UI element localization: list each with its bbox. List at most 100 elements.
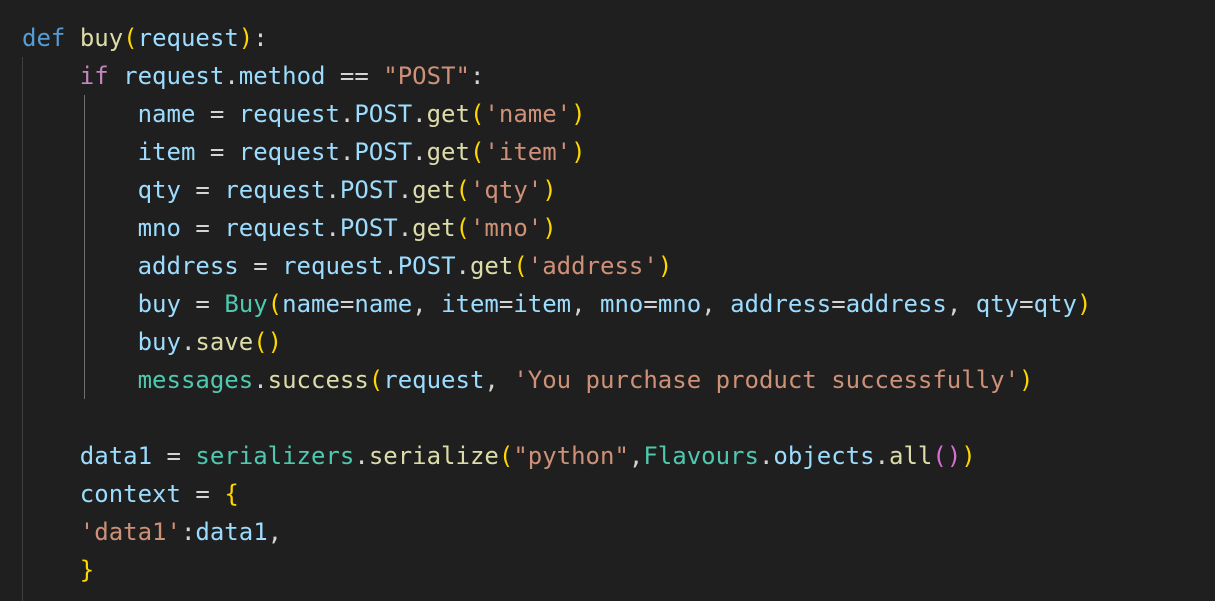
code-token: address <box>730 290 832 318</box>
code-token: , <box>571 290 601 318</box>
code-token: get <box>426 138 470 166</box>
code-token: . <box>874 442 890 470</box>
code-token: name <box>354 290 413 318</box>
code-token: . <box>339 138 355 166</box>
code-token: { <box>224 480 239 508</box>
code-token: request <box>224 176 326 204</box>
code-token: get <box>426 100 470 128</box>
code-line[interactable]: if request.method == "POST": <box>22 57 485 95</box>
code-token: . <box>325 176 340 204</box>
code-token: , <box>412 290 442 318</box>
code-token: ) <box>542 214 557 242</box>
code-line[interactable]: data1 = serializers.serialize("python",F… <box>22 437 976 475</box>
code-token: save <box>195 328 254 356</box>
code-token: , <box>701 290 731 318</box>
code-token: : <box>180 518 196 546</box>
code-token: = <box>180 176 225 204</box>
code-token: buy <box>79 24 124 52</box>
code-token: . <box>455 252 470 280</box>
code-line[interactable]: address = request.POST.get('address') <box>22 247 673 285</box>
code-token: . <box>354 442 369 470</box>
code-token: Buy <box>224 290 268 318</box>
code-line[interactable]: qty = request.POST.get('qty') <box>22 171 557 209</box>
code-token: if <box>79 62 109 90</box>
code-token: ) <box>657 252 673 280</box>
code-token: qty <box>975 290 1020 318</box>
code-token: = <box>643 290 658 318</box>
code-line[interactable]: buy.save() <box>22 323 283 361</box>
code-token: ( <box>469 100 485 128</box>
code-token: : <box>469 62 485 90</box>
code-token: . <box>758 442 774 470</box>
code-token: ( <box>513 252 528 280</box>
code-token: . <box>383 252 398 280</box>
code-token: request <box>123 62 225 90</box>
code-token: , <box>628 442 644 470</box>
code-token: . <box>397 214 413 242</box>
code-token: qty <box>137 176 181 204</box>
code-token: , <box>946 290 976 318</box>
code-token: serializers <box>195 442 355 470</box>
code-token: ) <box>961 442 976 470</box>
code-line[interactable]: item = request.POST.get('item') <box>22 133 586 171</box>
code-token: = <box>831 290 846 318</box>
code-token: request <box>238 100 340 128</box>
code-token: request <box>238 138 340 166</box>
code-token: messages <box>137 366 254 394</box>
code-token: ( <box>455 214 470 242</box>
code-token: POST <box>397 252 456 280</box>
code-token: data1 <box>195 518 268 546</box>
code-line[interactable]: name = request.POST.get('name') <box>22 95 586 133</box>
code-token: = <box>339 290 355 318</box>
code-token: 'data1' <box>79 518 181 546</box>
code-token: () <box>932 442 962 470</box>
code-line[interactable]: } <box>22 551 94 589</box>
code-token: } <box>79 556 95 584</box>
code-token: . <box>180 328 196 356</box>
code-token: request <box>383 366 485 394</box>
code-token: . <box>253 366 268 394</box>
code-token: buy <box>137 328 181 356</box>
code-token: = <box>180 480 225 508</box>
code-token: get <box>469 252 514 280</box>
code-token: item <box>513 290 572 318</box>
code-token: = <box>498 290 514 318</box>
code-token: 'address' <box>527 252 658 280</box>
code-token: = <box>152 442 196 470</box>
code-line[interactable]: mno = request.POST.get('mno') <box>22 209 557 247</box>
code-token: = <box>195 100 239 128</box>
code-token: ( <box>123 24 138 52</box>
code-token: POST <box>339 214 398 242</box>
code-token: get <box>412 214 456 242</box>
code-token: . <box>412 100 427 128</box>
code-token: POST <box>339 176 398 204</box>
code-token: . <box>397 176 413 204</box>
code-editor[interactable]: def buy(request): if request.method == "… <box>0 0 1215 601</box>
code-token: objects <box>773 442 875 470</box>
code-token: 'You purchase product successfully' <box>513 366 1020 394</box>
code-token: mno <box>137 214 181 242</box>
code-token: () <box>253 328 283 356</box>
code-line[interactable]: context = { <box>22 475 239 513</box>
code-token: ( <box>267 290 283 318</box>
code-token: method <box>238 62 326 90</box>
code-token: . <box>325 214 340 242</box>
code-token: POST <box>354 138 413 166</box>
code-line[interactable]: messages.success(request, 'You purchase … <box>22 361 1034 399</box>
code-token: ( <box>498 442 514 470</box>
code-token: "POST" <box>383 62 470 90</box>
code-line[interactable]: 'data1':data1, <box>22 513 282 551</box>
code-token: . <box>339 100 355 128</box>
code-token: item <box>137 138 196 166</box>
code-token: "python" <box>513 442 629 470</box>
code-line[interactable]: def buy(request): <box>22 19 268 57</box>
code-line[interactable]: buy = Buy(name=name, item=item, mno=mno,… <box>22 285 1092 323</box>
